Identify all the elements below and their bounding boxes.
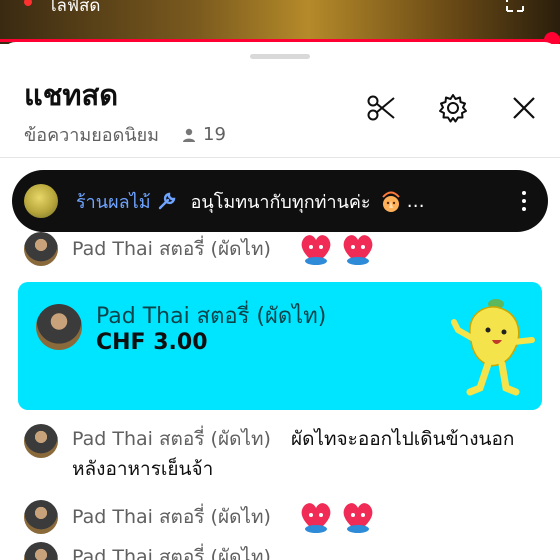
- close-icon: [513, 97, 535, 119]
- heart-hug-emoji: [301, 503, 331, 533]
- fullscreen-icon[interactable]: [506, 0, 524, 12]
- avatar: [36, 304, 82, 350]
- live-label: ไลฟ์สด: [48, 0, 101, 16]
- message-author: Pad Thai สตอรี่ (ผัดไท): [72, 546, 271, 560]
- message-body: Pad Thai สตอรี่ (ผัดไท): [72, 542, 291, 560]
- message-body: Pad Thai สตอรี่ (ผัดไท) ผัดไทจะออกไปเดินข…: [72, 424, 542, 484]
- scissors-icon: [367, 95, 395, 121]
- message-author: Pad Thai สตอรี่ (ผัดไท): [72, 428, 271, 450]
- super-chat-author: Pad Thai สตอรี่ (ผัดไท): [96, 304, 327, 329]
- wrench-icon: [158, 192, 175, 210]
- chat-title: แชทสด: [24, 78, 119, 112]
- more-options-button[interactable]: [514, 189, 534, 213]
- avatar: [24, 542, 58, 560]
- chat-message[interactable]: Pad Thai สตอรี่ (ผัดไท): [24, 542, 544, 560]
- pinned-avatar: [24, 184, 58, 218]
- drag-handle[interactable]: [250, 54, 310, 59]
- heart-hug-emoji: [301, 235, 331, 265]
- lemon-character-sticker: [451, 299, 535, 396]
- message-body: Pad Thai สตอรี่ (ผัดไท): [72, 500, 381, 534]
- chat-message[interactable]: Pad Thai สตอรี่ (ผัดไท): [24, 500, 544, 534]
- cut-button[interactable]: [363, 90, 399, 126]
- message-author: Pad Thai สตอรี่ (ผัดไท): [72, 505, 271, 528]
- chat-message[interactable]: Pad Thai สตอรี่ (ผัดไท) ผัดไทจะออกไปเดินข…: [24, 424, 544, 484]
- heart-hug-emoji: [343, 235, 373, 265]
- message-body: Pad Thai สตอรี่ (ผัดไท): [72, 232, 381, 266]
- heart-hug-emoji: [343, 503, 373, 533]
- live-dot: [24, 0, 32, 6]
- chat-mode-label: ข้อความยอดนิยม: [24, 125, 159, 146]
- chat-settings-button[interactable]: [435, 90, 471, 126]
- header-divider: [0, 157, 560, 158]
- avatar: [24, 500, 58, 534]
- person-icon: [183, 128, 195, 142]
- pinned-message[interactable]: ร้านผลไม้ อนุโมทนากับทุกท่านค่ะ …: [12, 170, 548, 232]
- gear-icon: [439, 94, 467, 123]
- chat-message[interactable]: Pad Thai สตอรี่ (ผัดไท): [24, 232, 544, 266]
- close-button[interactable]: [506, 90, 542, 126]
- super-chat-amount: CHF 3.00: [96, 330, 208, 355]
- super-chat-card[interactable]: Pad Thai สตอรี่ (ผัดไท) CHF 3.00: [18, 282, 542, 410]
- pinned-ellipsis: …: [406, 190, 425, 212]
- pinned-author: ร้านผลไม้: [76, 191, 151, 213]
- avatar: [24, 232, 58, 266]
- praying-character-emoji: [381, 191, 400, 212]
- live-chat-panel: แชทสด ข้อความยอดนิยม 19 ร้านผลไม้ อนุโมท…: [0, 42, 560, 560]
- viewer-count: 19: [203, 124, 226, 145]
- pinned-text: อนุโมทนากับทุกท่านค่ะ: [190, 191, 371, 213]
- message-author: Pad Thai สตอรี่ (ผัดไท): [72, 237, 271, 260]
- video-player[interactable]: ไลฟ์สด: [0, 0, 560, 44]
- chat-mode-selector[interactable]: ข้อความยอดนิยม 19: [24, 120, 226, 149]
- avatar: [24, 424, 58, 458]
